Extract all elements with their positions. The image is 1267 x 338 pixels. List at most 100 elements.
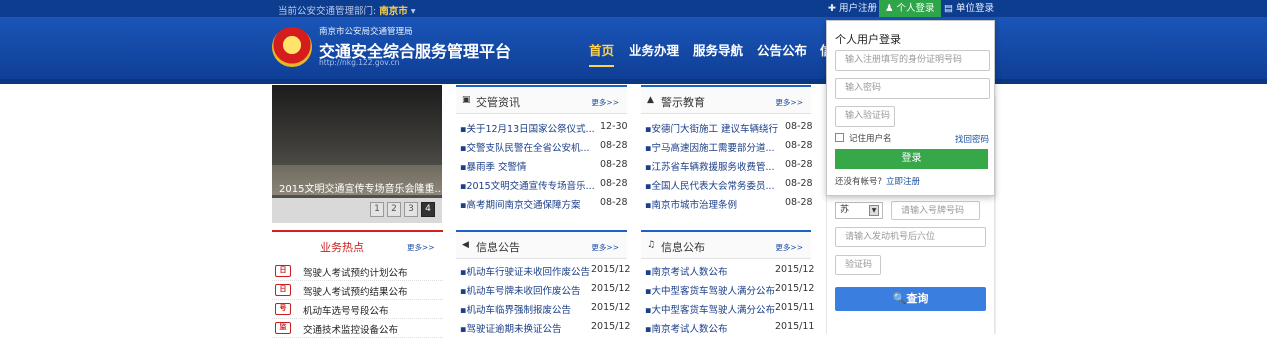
news-item-title[interactable]: ▪2015文明交通宣传专场音乐... bbox=[460, 178, 598, 192]
news-item-date: 08-28 bbox=[600, 178, 628, 189]
register-link[interactable]: ✚ 用户注册 bbox=[822, 0, 883, 17]
hot-item[interactable]: 日驾驶人考试预约计划公布 bbox=[272, 262, 443, 281]
news-item-title[interactable]: ▪交警支队民警在全省公安机... bbox=[460, 140, 598, 154]
notice-item[interactable]: ▪机动车行驶证未收回作废公告 2015/12 bbox=[460, 264, 630, 278]
news-item[interactable]: ▪暴雨季 交警情 08-28 bbox=[460, 159, 628, 173]
nav-announcements[interactable]: 公告公布 bbox=[757, 40, 807, 59]
header-strip bbox=[0, 79, 1267, 84]
warning-item-title[interactable]: ▪宁马高速因施工需要部分道... bbox=[645, 140, 783, 154]
publish-item-title[interactable]: ▪南京考试人数公布 bbox=[645, 321, 783, 335]
warning-item-title[interactable]: ▪南京市城市治理条例 bbox=[645, 197, 783, 211]
news-item-title[interactable]: ▪高考期间南京交通保障方案 bbox=[460, 197, 598, 211]
engine-number-input[interactable]: 请输入发动机号后六位 bbox=[835, 227, 986, 247]
site-url: http://nkg.122.gov.cn bbox=[319, 58, 400, 67]
notice-item-title[interactable]: ▪机动车号牌未收回作废公告 bbox=[460, 283, 598, 297]
top-bar bbox=[0, 0, 1267, 17]
notice-panel-header: ◀ 信息公告 更多>> bbox=[456, 232, 627, 259]
news-item[interactable]: ▪高考期间南京交通保障方案 08-28 bbox=[460, 197, 628, 211]
slide-page-4[interactable]: 4 bbox=[421, 202, 435, 217]
nav-service-guide[interactable]: 服务导航 bbox=[693, 40, 743, 59]
news-item[interactable]: ▪2015文明交通宣传专场音乐... 08-28 bbox=[460, 178, 628, 192]
hot-item[interactable]: 日驾驶人考试预约结果公布 bbox=[272, 281, 443, 300]
warning-item-title[interactable]: ▪全国人民代表大会常务委员... bbox=[645, 178, 783, 192]
news-more-link[interactable]: 更多>> bbox=[591, 97, 619, 108]
province-select[interactable]: 苏 ▼ bbox=[835, 202, 883, 219]
warning-item-title[interactable]: ▪江苏省车辆救援服务收费管... bbox=[645, 159, 783, 173]
notice-item-title[interactable]: ▪驾驶证逾期未换证公告 bbox=[460, 321, 598, 335]
publish-panel-header: ♫ 信息公布 更多>> bbox=[641, 232, 811, 259]
notice-item-title[interactable]: ▪机动车行驶证未收回作废公告 bbox=[460, 264, 598, 278]
warning-item-date: 08-28 bbox=[785, 178, 813, 189]
news-slideshow[interactable]: 2015文明交通宣传专场音乐会隆重... 1 2 3 4 bbox=[272, 85, 442, 223]
hot-item-label[interactable]: 驾驶人考试预约结果公布 bbox=[303, 284, 408, 298]
warning-more-link[interactable]: 更多>> bbox=[775, 97, 803, 108]
notice-item[interactable]: ▪驾驶证逾期未换证公告 2015/12 bbox=[460, 321, 630, 335]
news-item-title[interactable]: ▪关于12月13日国家公祭仪式... bbox=[460, 121, 598, 135]
slide-page-1[interactable]: 1 bbox=[370, 202, 384, 217]
vehicle-query-form: 苏 ▼ 请输入号牌号码 请输入发动机号后六位 验证码 🔍查询 bbox=[826, 196, 995, 334]
hot-item-label[interactable]: 机动车选号号段公布 bbox=[303, 303, 389, 317]
hot-more-link[interactable]: 更多>> bbox=[407, 242, 435, 253]
hot-item-icon: 日 bbox=[275, 284, 291, 296]
query-button[interactable]: 🔍查询 bbox=[835, 287, 986, 311]
query-captcha-input[interactable]: 验证码 bbox=[835, 255, 881, 275]
user-icon: ♟ bbox=[885, 3, 897, 14]
slide-page-2[interactable]: 2 bbox=[387, 202, 401, 217]
query-button-label: 查询 bbox=[906, 292, 929, 305]
news-item[interactable]: ▪关于12月13日国家公祭仪式... 12-30 bbox=[460, 121, 628, 135]
personal-login-tab[interactable]: ♟ 个人登录 bbox=[879, 0, 941, 17]
publish-item[interactable]: ▪南京考试人数公布 2015/11 bbox=[645, 321, 814, 335]
nav-home[interactable]: 首页 bbox=[589, 40, 615, 67]
unit-login-label: 单位登录 bbox=[956, 3, 995, 14]
login-button[interactable]: 登录 bbox=[835, 149, 988, 169]
warning-item[interactable]: ▪安德门大街施工 建议车辆绕行 08-28 bbox=[645, 121, 813, 135]
search-icon: 🔍 bbox=[892, 292, 907, 305]
notice-more-link[interactable]: 更多>> bbox=[591, 242, 619, 253]
remember-username-checkbox[interactable] bbox=[835, 133, 844, 142]
notice-item[interactable]: ▪机动车临界强制报废公告 2015/12 bbox=[460, 302, 630, 316]
department-prefix: 当前公安交通管理部门: bbox=[278, 6, 377, 17]
warning-item[interactable]: ▪南京市城市治理条例 08-28 bbox=[645, 197, 813, 211]
news-item-title[interactable]: ▪暴雨季 交警情 bbox=[460, 159, 598, 173]
publish-item[interactable]: ▪南京考试人数公布 2015/12 bbox=[645, 264, 815, 278]
publish-item[interactable]: ▪大中型客货车驾驶人满分公布 2015/12 bbox=[645, 283, 814, 297]
unit-login-link[interactable]: ▤ 单位登录 bbox=[938, 0, 1000, 17]
register-now-link[interactable]: 立即注册 bbox=[886, 175, 920, 187]
id-number-input[interactable]: 输入注册填写的身份证明号码 bbox=[835, 50, 990, 71]
warning-item[interactable]: ▪全国人民代表大会常务委员... 08-28 bbox=[645, 178, 813, 192]
warning-item[interactable]: ▪宁马高速因施工需要部分道... 08-28 bbox=[645, 140, 813, 154]
login-captcha-input[interactable]: 输入验证码 bbox=[835, 106, 895, 127]
publish-item-date: 2015/11 bbox=[775, 302, 815, 313]
notice-item-title[interactable]: ▪机动车临界强制报废公告 bbox=[460, 302, 598, 316]
publish-item-title[interactable]: ▪大中型客货车驾驶人满分公布 bbox=[645, 283, 783, 297]
news-item[interactable]: ▪交警支队民警在全省公安机... 08-28 bbox=[460, 140, 628, 154]
publish-item[interactable]: ▪大中型客货车驾驶人满分公布 2015/11 bbox=[645, 302, 815, 316]
publish-item-title[interactable]: ▪大中型客货车驾驶人满分公布 bbox=[645, 302, 783, 316]
megaphone-icon: ◀ bbox=[462, 240, 469, 250]
publish-item-date: 2015/12 bbox=[775, 264, 815, 275]
nav-business[interactable]: 业务办理 bbox=[629, 40, 679, 59]
hot-item-label[interactable]: 驾驶人考试预约计划公布 bbox=[303, 265, 408, 279]
plate-number-input[interactable]: 请输入号牌号码 bbox=[891, 201, 980, 220]
notice-item-date: 2015/12 bbox=[591, 321, 631, 332]
warning-item-date: 08-28 bbox=[785, 121, 813, 132]
department-selector[interactable]: 当前公安交通管理部门: 南京市 ▾ bbox=[278, 3, 416, 17]
slide-caption[interactable]: 2015文明交通宣传专场音乐会隆重... bbox=[272, 180, 442, 195]
hot-item[interactable]: 号机动车选号号段公布 bbox=[272, 300, 443, 319]
warning-item-title[interactable]: ▪安德门大街施工 建议车辆绕行 bbox=[645, 121, 783, 135]
publish-more-link[interactable]: 更多>> bbox=[775, 242, 803, 253]
hot-item[interactable]: 监交通技术监控设备公布 bbox=[272, 319, 443, 338]
password-input[interactable]: 输入密码 bbox=[835, 78, 990, 99]
register-label: 用户注册 bbox=[838, 3, 877, 14]
forgot-password-link[interactable]: 找回密码 bbox=[955, 133, 989, 145]
department-name[interactable]: 南京市 bbox=[379, 6, 408, 17]
warning-panel-title: 警示教育 bbox=[661, 96, 705, 109]
warning-item[interactable]: ▪江苏省车辆救援服务收费管... 08-28 bbox=[645, 159, 813, 173]
notice-item[interactable]: ▪机动车号牌未收回作废公告 2015/12 bbox=[460, 283, 630, 297]
publish-panel-title: 信息公布 bbox=[661, 241, 705, 254]
slide-page-3[interactable]: 3 bbox=[404, 202, 418, 217]
notice-item-date: 2015/12 bbox=[591, 302, 631, 313]
warning-item-date: 08-28 bbox=[785, 197, 813, 208]
publish-item-title[interactable]: ▪南京考试人数公布 bbox=[645, 264, 783, 278]
notice-item-date: 2015/12 bbox=[591, 264, 631, 275]
